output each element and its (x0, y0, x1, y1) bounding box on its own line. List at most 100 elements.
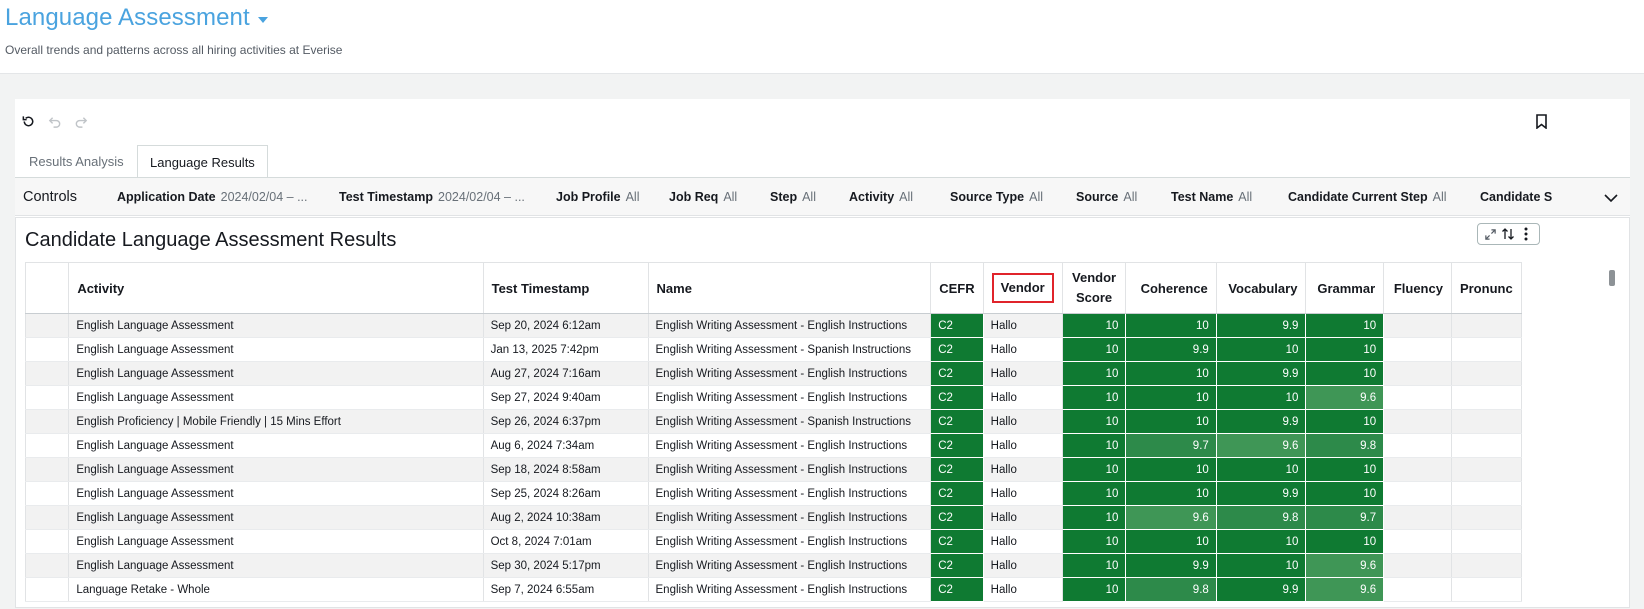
cell-pronunciation (1451, 577, 1522, 602)
table-row[interactable]: English Language Assessment Sep 30, 2024 … (25, 553, 1522, 578)
cell-cefr: C2 (930, 553, 984, 578)
cell-name: English Writing Assessment - English Ins… (648, 529, 932, 554)
chevron-down-icon[interactable] (1604, 190, 1618, 208)
filter-job-req[interactable]: Job Req All (669, 190, 770, 204)
sort-icon[interactable] (1500, 226, 1516, 242)
filter-name: Activity (849, 189, 895, 204)
row-blank-cell (25, 529, 70, 554)
table-row[interactable]: English Language Assessment Oct 8, 2024 7… (25, 529, 1522, 554)
table-row[interactable]: English Language Assessment Sep 18, 2024 … (25, 457, 1522, 482)
dashboard-title-row[interactable]: Language Assessment (5, 4, 268, 32)
cell-pronunciation (1451, 553, 1522, 578)
dashboard-title[interactable]: Language Assessment (5, 4, 250, 32)
table-row[interactable]: English Language Assessment Sep 20, 2024 … (25, 313, 1522, 338)
header-grammar[interactable]: Grammar (1305, 262, 1385, 314)
cell-grammar: 9.7 (1305, 505, 1385, 530)
more-vertical-icon[interactable] (1518, 226, 1534, 242)
cell-activity: English Language Assessment (68, 313, 484, 338)
cell-cefr: C2 (930, 409, 984, 434)
table-row[interactable]: English Language Assessment Aug 27, 2024 … (25, 361, 1522, 386)
table-row[interactable]: Language Retake - Whole Sep 7, 2024 6:55a… (25, 577, 1522, 602)
visual-menu (1477, 223, 1540, 245)
table-row[interactable]: English Language Assessment Aug 2, 2024 1… (25, 505, 1522, 530)
filter-job-profile[interactable]: Job Profile All (556, 190, 669, 204)
tab-results-analysis[interactable]: Results Analysis (17, 145, 136, 178)
table-row[interactable]: English Proficiency | Mobile Friendly | … (25, 409, 1522, 434)
cell-fluency (1383, 433, 1452, 458)
cell-vendor: Hallo (983, 409, 1063, 434)
filter-source-type[interactable]: Source Type All (950, 190, 1076, 204)
cell-name: English Writing Assessment - Spanish Ins… (648, 337, 932, 362)
cell-vendor-score: 10 (1062, 313, 1127, 338)
filter-value: All (625, 189, 640, 204)
filter-value: 2024/02/04 – ... (438, 189, 525, 204)
row-blank-cell (25, 409, 70, 434)
filter-application-date[interactable]: Application Date 2024/02/04 – ... (117, 190, 339, 204)
header-vendor-score[interactable]: Vendor Score (1062, 262, 1127, 314)
cell-fluency (1383, 409, 1452, 434)
filter-test-timestamp[interactable]: Test Timestamp 2024/02/04 – ... (339, 190, 556, 204)
sheet-container: Results Analysis Language Results Contro… (15, 99, 1630, 608)
cell-fluency (1383, 385, 1452, 410)
cell-vocabulary: 10 (1216, 529, 1307, 554)
header-blank (25, 262, 70, 314)
filter-activity[interactable]: Activity All (849, 190, 950, 204)
filter-source[interactable]: Source All (1076, 190, 1171, 204)
table-row[interactable]: English Language Assessment Aug 6, 2024 7… (25, 433, 1522, 458)
cell-vocabulary: 9.8 (1216, 505, 1307, 530)
cell-pronunciation (1451, 385, 1522, 410)
dashboard-subtitle: Overall trends and patterns across all h… (5, 43, 343, 57)
cell-grammar: 10 (1305, 313, 1385, 338)
header-vendor[interactable]: Vendor (983, 262, 1063, 314)
header-vocabulary[interactable]: Vocabulary (1216, 262, 1307, 314)
cell-cefr: C2 (930, 505, 984, 530)
filter-candidate-s[interactable]: Candidate S (1480, 190, 1580, 204)
header-fluency[interactable]: Fluency (1383, 262, 1452, 314)
header-name[interactable]: Name (648, 262, 932, 314)
cell-cefr: C2 (930, 361, 984, 386)
cell-vendor: Hallo (983, 433, 1063, 458)
expand-icon[interactable] (1483, 226, 1499, 242)
caret-down-icon[interactable] (257, 16, 268, 23)
undo-arrow-icon[interactable] (45, 112, 63, 130)
page-header: Language Assessment Overall trends and p… (0, 0, 1644, 74)
cell-test-timestamp: Aug 6, 2024 7:34am (483, 433, 649, 458)
reset-icon[interactable] (19, 112, 37, 130)
cell-fluency (1383, 529, 1452, 554)
filter-value: All (1238, 189, 1253, 204)
scrollbar-thumb[interactable] (1609, 270, 1615, 286)
filter-test-name[interactable]: Test Name All (1171, 190, 1288, 204)
cell-fluency (1383, 457, 1452, 482)
redo-arrow-icon[interactable] (72, 112, 90, 130)
bookmark-icon[interactable] (1532, 112, 1550, 130)
cell-activity: English Language Assessment (68, 553, 484, 578)
header-pronunciation[interactable]: Pronunc (1451, 262, 1522, 314)
results-table-wrap[interactable]: Activity Test Timestamp Name CEFR Vendor… (25, 262, 1522, 609)
vertical-scrollbar[interactable] (1609, 266, 1619, 609)
cell-name: English Writing Assessment - English Ins… (648, 481, 932, 506)
header-vendor-score-line1: Vendor (1072, 270, 1117, 285)
filter-name: Job Req (669, 189, 719, 204)
row-blank-cell (25, 385, 70, 410)
header-cefr[interactable]: CEFR (930, 262, 984, 314)
cell-pronunciation (1451, 313, 1522, 338)
tab-language-results[interactable]: Language Results (137, 145, 268, 178)
cell-cefr: C2 (930, 433, 984, 458)
table-row[interactable]: English Language Assessment Sep 27, 2024 … (25, 385, 1522, 410)
cell-activity: English Language Assessment (68, 337, 484, 362)
header-test-timestamp[interactable]: Test Timestamp (483, 262, 649, 314)
cell-vendor: Hallo (983, 577, 1063, 602)
cell-pronunciation (1451, 457, 1522, 482)
table-row[interactable]: English Language Assessment Jan 13, 2025 … (25, 337, 1522, 362)
controls-label[interactable]: Controls (23, 189, 117, 205)
header-coherence[interactable]: Coherence (1125, 262, 1217, 314)
cell-coherence: 9.9 (1125, 337, 1217, 362)
table-row[interactable]: English Language Assessment Sep 25, 2024 … (25, 481, 1522, 506)
filter-name: Candidate Current Step (1288, 189, 1428, 204)
cell-vocabulary: 10 (1216, 553, 1307, 578)
header-activity[interactable]: Activity (68, 262, 484, 314)
filter-step[interactable]: Step All (770, 190, 849, 204)
cell-activity: English Language Assessment (68, 505, 484, 530)
filter-candidate-current-step[interactable]: Candidate Current Step All (1288, 190, 1480, 204)
cell-name: English Writing Assessment - English Ins… (648, 457, 932, 482)
